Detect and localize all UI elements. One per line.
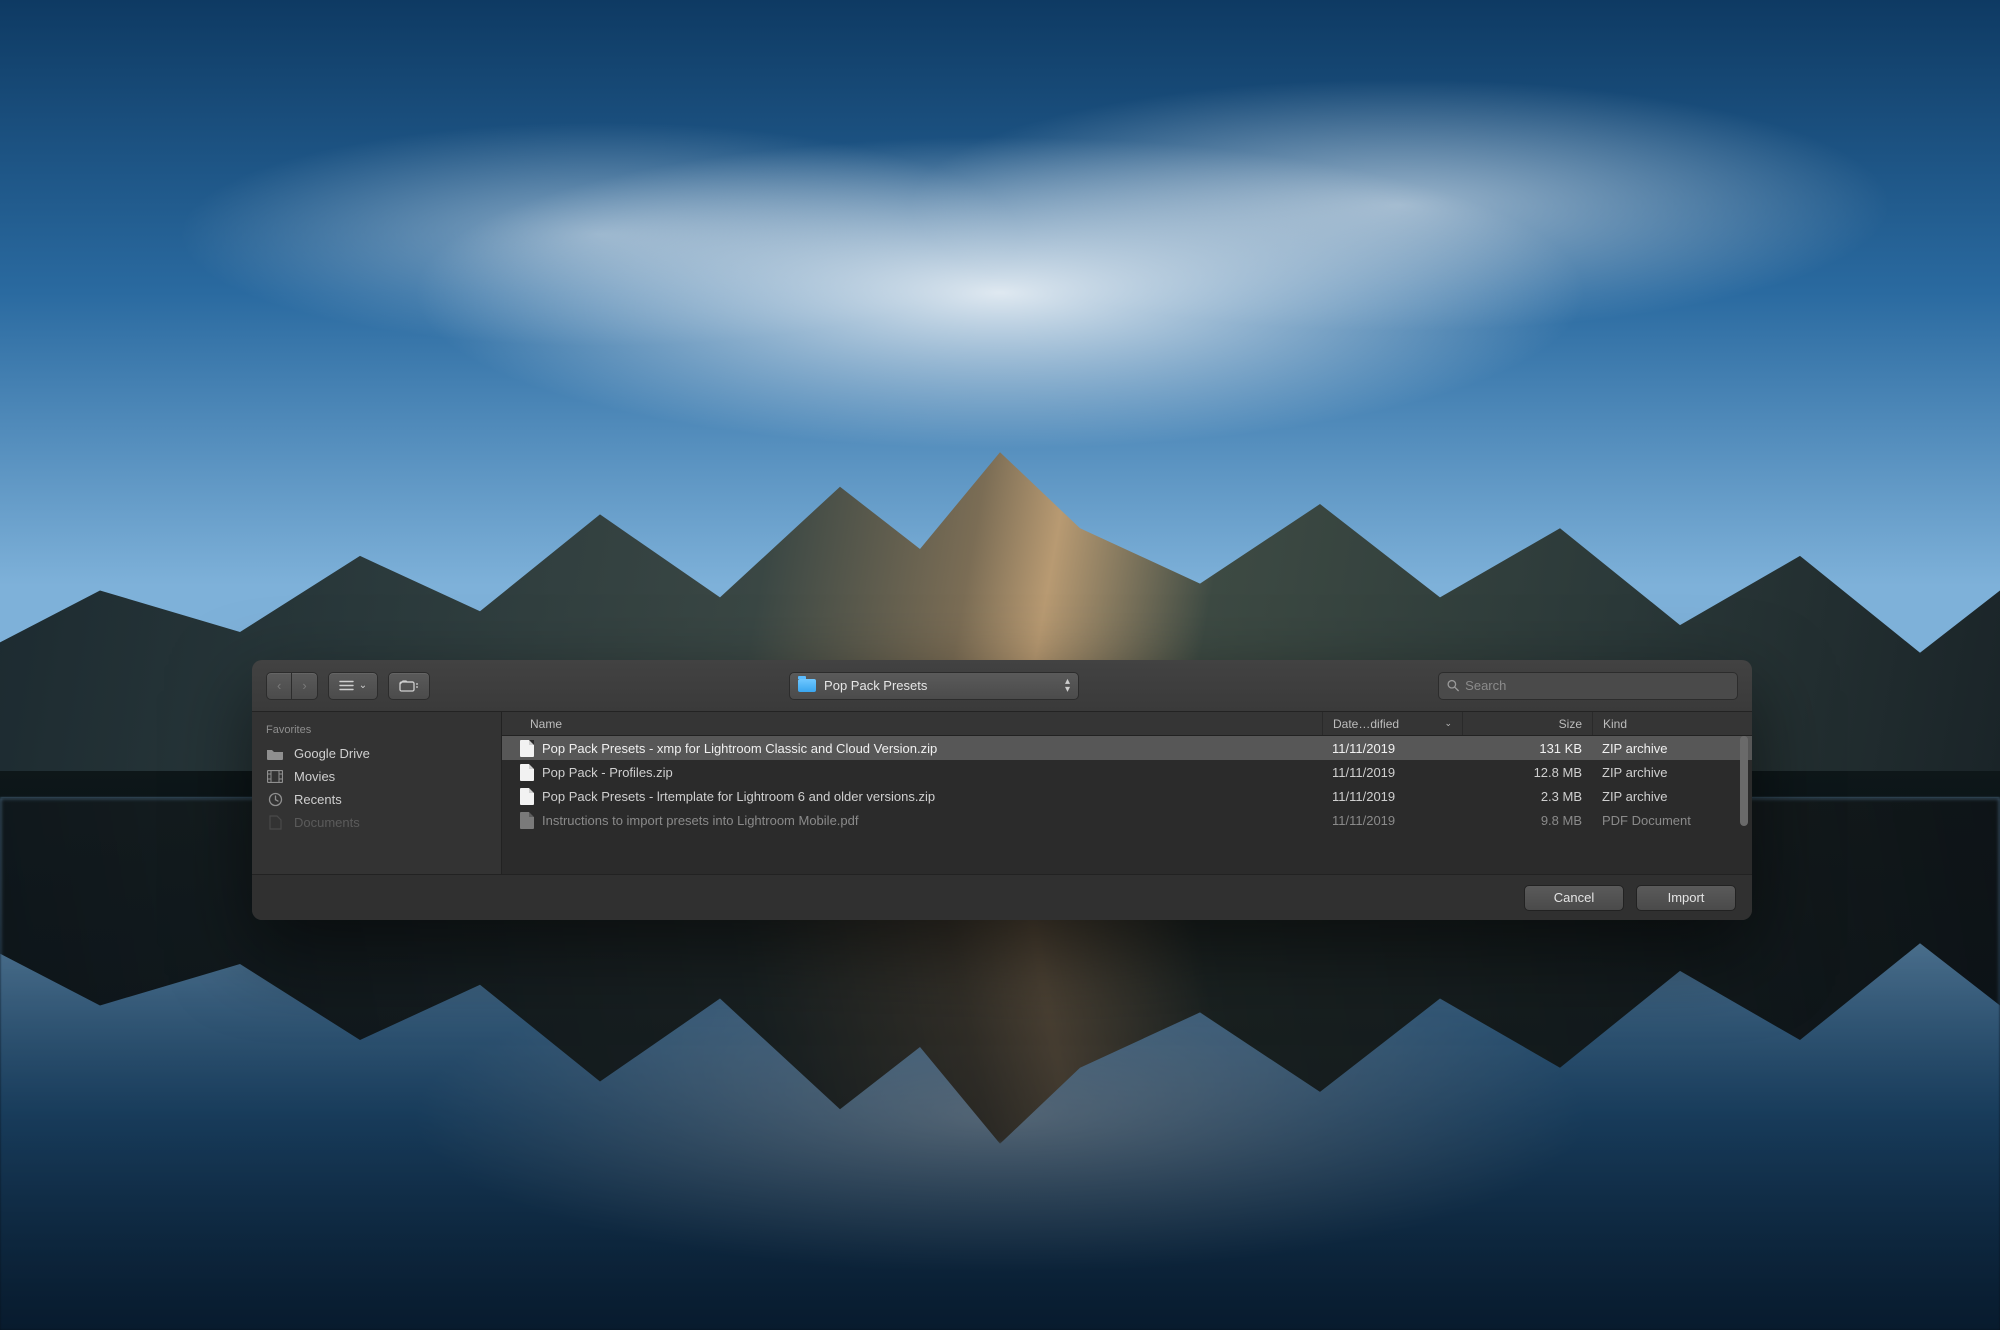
sidebar-item-label: Movies [294,769,335,784]
file-size-cell: 12.8 MB [1462,760,1592,784]
file-row[interactable]: Instructions to import presets into Ligh… [502,808,1752,832]
button-label: Cancel [1554,890,1594,905]
sidebar-item-label: Google Drive [294,746,370,761]
import-button[interactable]: Import [1636,885,1736,911]
column-header-label: Kind [1603,717,1627,731]
file-row[interactable]: Pop Pack Presets - xmp for Lightroom Cla… [502,736,1752,760]
file-icon [520,788,534,805]
file-kind-cell: PDF Document [1592,808,1752,832]
folder-path-popup[interactable]: Pop Pack Presets ▴▾ [789,672,1079,700]
dialog-footer: Cancel Import [252,874,1752,920]
column-header-kind[interactable]: Kind [1592,712,1752,735]
sidebar-section-header: Favorites [252,720,501,742]
scrollbar-thumb[interactable] [1740,736,1748,826]
chevron-right-icon: › [302,679,306,692]
folder-stack-icon [399,679,419,692]
file-rows: Pop Pack Presets - xmp for Lightroom Cla… [502,736,1752,874]
file-icon [520,764,534,781]
file-size-cell: 9.8 MB [1462,808,1592,832]
chevron-down-icon: ⌄ [359,681,367,691]
search-field[interactable] [1438,672,1738,700]
file-kind-cell: ZIP archive [1592,784,1752,808]
list-view-icon [339,680,354,691]
scrollbar-track[interactable] [1738,736,1750,874]
file-row[interactable]: Pop Pack Presets - lrtemplate for Lightr… [502,784,1752,808]
file-name-label: Pop Pack Presets - lrtemplate for Lightr… [542,789,935,804]
file-date-cell: 11/11/2019 [1322,784,1462,808]
group-button[interactable] [388,672,430,700]
up-down-chevron-icon: ▴▾ [1065,678,1070,694]
search-input[interactable] [1465,678,1729,693]
column-header-date[interactable]: Date…dified ⌄ [1322,712,1462,735]
sidebar-item-documents[interactable]: Documents [252,811,501,834]
column-header-label: Size [1559,717,1582,731]
file-list-pane: Name Date…dified ⌄ Size Kind Pop Pack Pr… [502,712,1752,874]
file-size-cell: 131 KB [1462,736,1592,760]
column-headers: Name Date…dified ⌄ Size Kind [502,712,1752,736]
column-header-label: Name [530,717,562,731]
sidebar-item-movies[interactable]: Movies [252,765,501,788]
file-name-label: Pop Pack Presets - xmp for Lightroom Cla… [542,741,937,756]
film-icon [266,770,284,784]
file-date-cell: 11/11/2019 [1322,808,1462,832]
document-icon [266,816,284,830]
file-kind-cell: ZIP archive [1592,760,1752,784]
dialog-toolbar: ‹ › ⌄ Pop Pack Prese [252,660,1752,712]
button-label: Import [1668,890,1705,905]
nav-group: ‹ › [266,672,318,700]
sidebar-item-label: Documents [294,815,360,830]
folder-icon [798,679,816,692]
sidebar-item-google-drive[interactable]: Google Drive [252,742,501,765]
column-header-label: Date…dified [1333,717,1399,731]
cancel-button[interactable]: Cancel [1524,885,1624,911]
file-name-cell: Pop Pack Presets - lrtemplate for Lightr… [502,784,1322,808]
sidebar-item-label: Recents [294,792,342,807]
file-kind-cell: ZIP archive [1592,736,1752,760]
chevron-left-icon: ‹ [277,679,281,692]
file-row[interactable]: Pop Pack - Profiles.zip 11/11/201912.8 MB… [502,760,1752,784]
sidebar: Favorites Google Drive Movies Recents [252,712,502,874]
open-file-dialog: ‹ › ⌄ Pop Pack Prese [252,660,1752,920]
file-name-cell: Pop Pack Presets - xmp for Lightroom Cla… [502,736,1322,760]
column-header-name[interactable]: Name [502,712,1322,735]
view-mode-button[interactable]: ⌄ [328,672,378,700]
sidebar-item-recents[interactable]: Recents [252,788,501,811]
file-name-cell: Instructions to import presets into Ligh… [502,808,1322,832]
clock-icon [266,793,284,807]
file-name-label: Pop Pack - Profiles.zip [542,765,673,780]
folder-name-label: Pop Pack Presets [824,678,927,693]
column-header-size[interactable]: Size [1462,712,1592,735]
search-icon [1447,679,1459,692]
file-date-cell: 11/11/2019 [1322,760,1462,784]
folder-icon [266,747,284,761]
file-name-cell: Pop Pack - Profiles.zip [502,760,1322,784]
chevron-down-icon: ⌄ [1444,718,1452,729]
file-icon [520,812,534,829]
file-size-cell: 2.3 MB [1462,784,1592,808]
back-button[interactable]: ‹ [266,672,292,700]
forward-button[interactable]: › [292,672,317,700]
file-date-cell: 11/11/2019 [1322,736,1462,760]
file-name-label: Instructions to import presets into Ligh… [542,813,858,828]
file-icon [520,740,534,757]
